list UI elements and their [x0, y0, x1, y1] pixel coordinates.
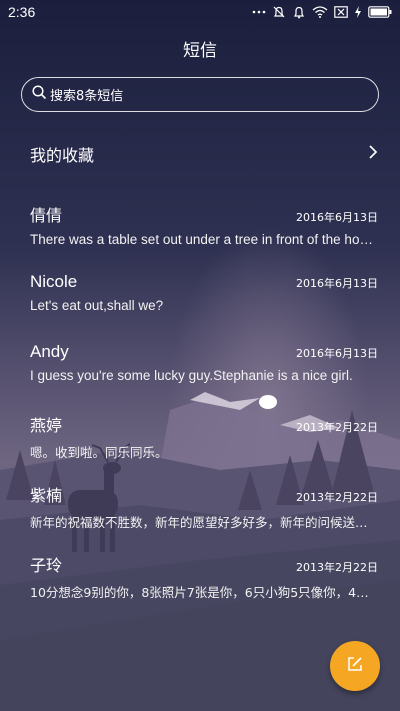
favorites-row[interactable]: 我的收藏 — [0, 138, 400, 170]
contact-name: Nicole — [30, 272, 78, 291]
contact-name: 紫楠 — [30, 486, 63, 505]
message-preview: 10分想念9别的你，8张照片7张是你，6只小狗5只像你，4季如春 — [30, 585, 378, 600]
compose-icon — [347, 656, 363, 676]
message-item[interactable]: Nicole 2016年6月13日 Let's eat out,shall we… — [0, 272, 400, 313]
message-item[interactable]: Andy 2016年6月13日 I guess you're some luck… — [0, 342, 400, 383]
page-title: 短信 — [183, 41, 217, 61]
message-item[interactable]: 倩倩 2016年6月13日 There was a table set out … — [0, 202, 400, 247]
favorites-label: 我的收藏 — [30, 146, 95, 165]
message-item[interactable]: 紫楠 2013年2月22日 新年的祝福数不胜数，新年的愿望好多好多，新年的问候送… — [0, 482, 400, 531]
compose-button[interactable] — [330, 641, 380, 691]
contact-name: 倩倩 — [30, 206, 63, 225]
chevron-right-icon — [368, 144, 378, 164]
sim-disabled-icon — [334, 6, 348, 18]
message-item[interactable]: 燕婷 2013年2月22日 嗯。收到啦。同乐同乐。 — [0, 412, 400, 461]
search-placeholder: 搜索8条短信 — [50, 89, 124, 104]
battery-icon — [368, 6, 392, 18]
message-preview: 新年的祝福数不胜数，新年的愿望好多好多，新年的问候送给你 — [30, 515, 378, 530]
message-date: 2016年6月13日 — [296, 347, 378, 360]
search-input[interactable]: 搜索8条短信 — [21, 77, 379, 112]
message-item[interactable]: 子玲 2013年2月22日 10分想念9别的你，8张照片7张是你，6只小狗5只像… — [0, 552, 400, 601]
message-preview: 嗯。收到啦。同乐同乐。 — [30, 445, 168, 460]
contact-name: Andy — [30, 342, 69, 361]
message-preview: There was a table set out under a tree i… — [30, 232, 378, 247]
message-preview: Let's eat out,shall we? — [30, 298, 164, 313]
bell-icon — [292, 5, 306, 19]
message-date: 2016年6月13日 — [296, 277, 378, 290]
message-preview: I guess you're some lucky guy.Stephanie … — [30, 368, 353, 383]
more-dots-icon — [252, 7, 266, 17]
contact-name: 子玲 — [30, 556, 63, 575]
message-date: 2013年2月22日 — [296, 561, 378, 574]
contact-name: 燕婷 — [30, 416, 63, 435]
message-date: 2013年2月22日 — [296, 491, 378, 504]
status-time: 2:36 — [8, 4, 36, 20]
message-date: 2016年6月13日 — [296, 211, 378, 224]
alarm-off-icon — [272, 5, 286, 19]
status-icons — [252, 5, 392, 19]
status-bar: 2:36 — [0, 0, 400, 24]
wifi-icon — [312, 6, 328, 18]
charging-icon — [354, 6, 362, 18]
message-date: 2013年2月22日 — [296, 421, 378, 434]
search-icon — [32, 85, 50, 104]
